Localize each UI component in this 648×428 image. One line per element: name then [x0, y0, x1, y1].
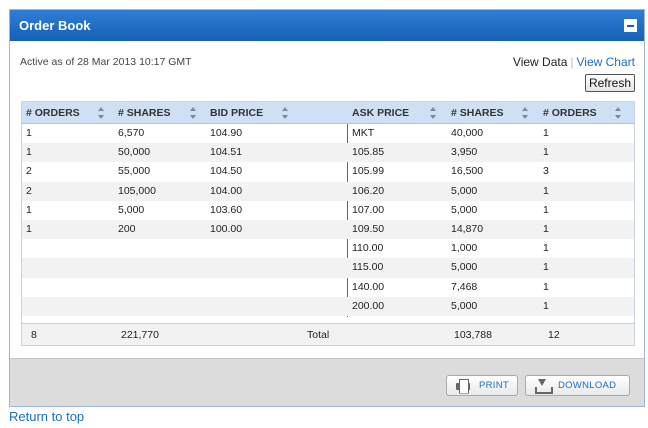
ask-orders-cell: 1 [543, 242, 549, 255]
ask-price-cell: 200.00 [352, 299, 385, 312]
download-icon [534, 378, 553, 394]
ask-price-cell: 115.00 [352, 261, 384, 274]
bid-orders-cell: 1 [26, 203, 32, 216]
col-ask-shares[interactable]: # SHARES [451, 102, 504, 124]
table-row: 1 5,000 103.60 107.00 5,000 1 [22, 201, 634, 220]
ask-price-cell: 140.00 [352, 280, 385, 293]
bid-price-cell: 104.90 [210, 127, 243, 139]
view-chart-link[interactable]: View Chart [577, 55, 635, 69]
total-label: Total [307, 329, 330, 341]
ask-orders-cell: 1 [543, 299, 549, 312]
sort-icon[interactable] [190, 107, 197, 119]
table-body: 1 6,570 104.90 MKT 40,000 1 1 50,000 104.51 105.… [22, 124, 634, 323]
bid-shares-cell: 105,000 [118, 184, 156, 197]
table-row: 140.00 7,468 1 [22, 278, 634, 297]
order-book-table: # ORDERS # SHARES BID PRICE ASK PRICE # … [21, 101, 635, 346]
bid-shares-cell: 6,570 [118, 127, 145, 139]
bid-shares-cell: 50,000 [118, 146, 151, 159]
view-separator: | [570, 55, 574, 69]
col-bid-orders[interactable]: # ORDERS [26, 102, 80, 124]
table-row: 1 50,000 104.51 105.85 3,950 1 [22, 143, 634, 163]
print-label: PRINT [479, 380, 509, 391]
bid-orders-cell: 2 [26, 165, 32, 178]
return-to-top-link[interactable]: Return to top [9, 409, 84, 424]
ask-orders-cell: 1 [543, 184, 549, 197]
order-book-panel: Order Book Active as of 28 Mar 2013 10:1… [9, 9, 645, 407]
active-timestamp: Active as of 28 Mar 2013 10:17 GMT [20, 56, 192, 68]
ask-price-cell: 109.50 [352, 222, 385, 235]
table-row: 2 55,000 104.50 105.99 16,500 3 [22, 162, 634, 181]
ask-price-cell: 107.00 [352, 203, 385, 216]
ask-price-cell: 105.85 [352, 146, 385, 159]
ask-orders-cell: 1 [543, 146, 549, 159]
col-bid-shares[interactable]: # SHARES [118, 102, 171, 124]
ask-shares-cell: 40,000 [451, 127, 484, 139]
bid-shares-cell: 55,000 [118, 165, 151, 178]
ask-shares-cell: 1,000 [451, 242, 478, 255]
panel-title: Order Book [19, 18, 91, 33]
collapse-icon[interactable] [624, 19, 637, 32]
bid-shares-cell: 5,000 [118, 203, 145, 216]
bid-orders-cell: 1 [26, 146, 32, 159]
ask-orders-cell: 1 [543, 203, 549, 216]
total-ask-shares: 103,788 [454, 329, 492, 341]
view-data-link[interactable]: View Data [513, 55, 567, 69]
total-bid-orders: 8 [31, 329, 37, 341]
table-row: 110.00 1,000 1 [22, 239, 634, 258]
ask-orders-cell: 1 [543, 280, 549, 293]
ask-shares-cell: 5,000 [451, 184, 478, 197]
ask-price-cell: 110.00 [352, 242, 384, 255]
view-toggle: View Data | View Chart [513, 55, 635, 69]
ask-shares-cell: 5,000 [451, 299, 478, 312]
ask-shares-cell: 14,870 [451, 222, 484, 235]
col-ask-orders[interactable]: # ORDERS [543, 102, 597, 124]
bid-price-cell: 104.00 [210, 184, 243, 197]
refresh-button[interactable]: Refresh [584, 74, 635, 92]
panel-footer: PRINT DOWNLOAD [10, 358, 644, 406]
bid-orders-cell: 1 [26, 127, 32, 139]
panel-header: Order Book [10, 10, 644, 41]
ask-orders-cell: 1 [543, 261, 549, 274]
bid-shares-cell: 200 [118, 222, 136, 235]
total-bid-shares: 221,770 [121, 329, 159, 341]
ask-price-cell: MKT [352, 127, 375, 139]
ask-orders-cell: 1 [543, 222, 549, 235]
bid-price-cell: 100.00 [210, 222, 243, 235]
print-button[interactable]: PRINT [446, 375, 518, 396]
table-row: 1 6,570 104.90 MKT 40,000 1 [22, 124, 634, 143]
ask-shares-cell: 3,950 [451, 146, 478, 159]
ask-price-cell: 106.20 [352, 184, 385, 197]
table-header: # ORDERS # SHARES BID PRICE ASK PRICE # … [22, 102, 634, 124]
printer-icon [455, 379, 471, 393]
ask-shares-cell: 16,500 [451, 165, 484, 178]
sort-icon[interactable] [522, 107, 529, 119]
col-ask-price[interactable]: ASK PRICE [352, 102, 409, 124]
ask-orders-cell: 3 [543, 165, 549, 178]
table-row: 1 200 100.00 109.50 14,870 1 [22, 219, 634, 240]
sort-icon[interactable] [430, 107, 437, 119]
bid-price-cell: 103.60 [210, 203, 243, 216]
table-row: 115.00 5,000 1 [22, 258, 634, 278]
bid-price-cell: 104.50 [210, 165, 243, 178]
bid-price-cell: 104.51 [210, 146, 243, 159]
sort-icon[interactable] [615, 107, 622, 119]
ask-shares-cell: 5,000 [451, 203, 478, 216]
col-bid-price[interactable]: BID PRICE [210, 102, 263, 124]
ask-shares-cell: 5,000 [451, 261, 478, 274]
ask-price-cell: 105.99 [352, 165, 385, 178]
bid-orders-cell: 1 [26, 222, 32, 235]
download-label: DOWNLOAD [558, 380, 617, 391]
table-row: 2 105,000 104.00 106.20 5,000 1 [22, 181, 634, 201]
bid-orders-cell: 2 [26, 184, 32, 197]
sort-icon[interactable] [98, 107, 105, 119]
total-ask-orders: 12 [548, 329, 560, 341]
table-row: 200.00 5,000 1 [22, 296, 634, 316]
totals-row: 8 221,770 Total 103,788 12 [22, 323, 634, 345]
download-button[interactable]: DOWNLOAD [525, 375, 630, 396]
ask-shares-cell: 7,468 [451, 280, 478, 293]
ask-orders-cell: 1 [543, 127, 549, 139]
sort-icon[interactable] [282, 107, 289, 119]
